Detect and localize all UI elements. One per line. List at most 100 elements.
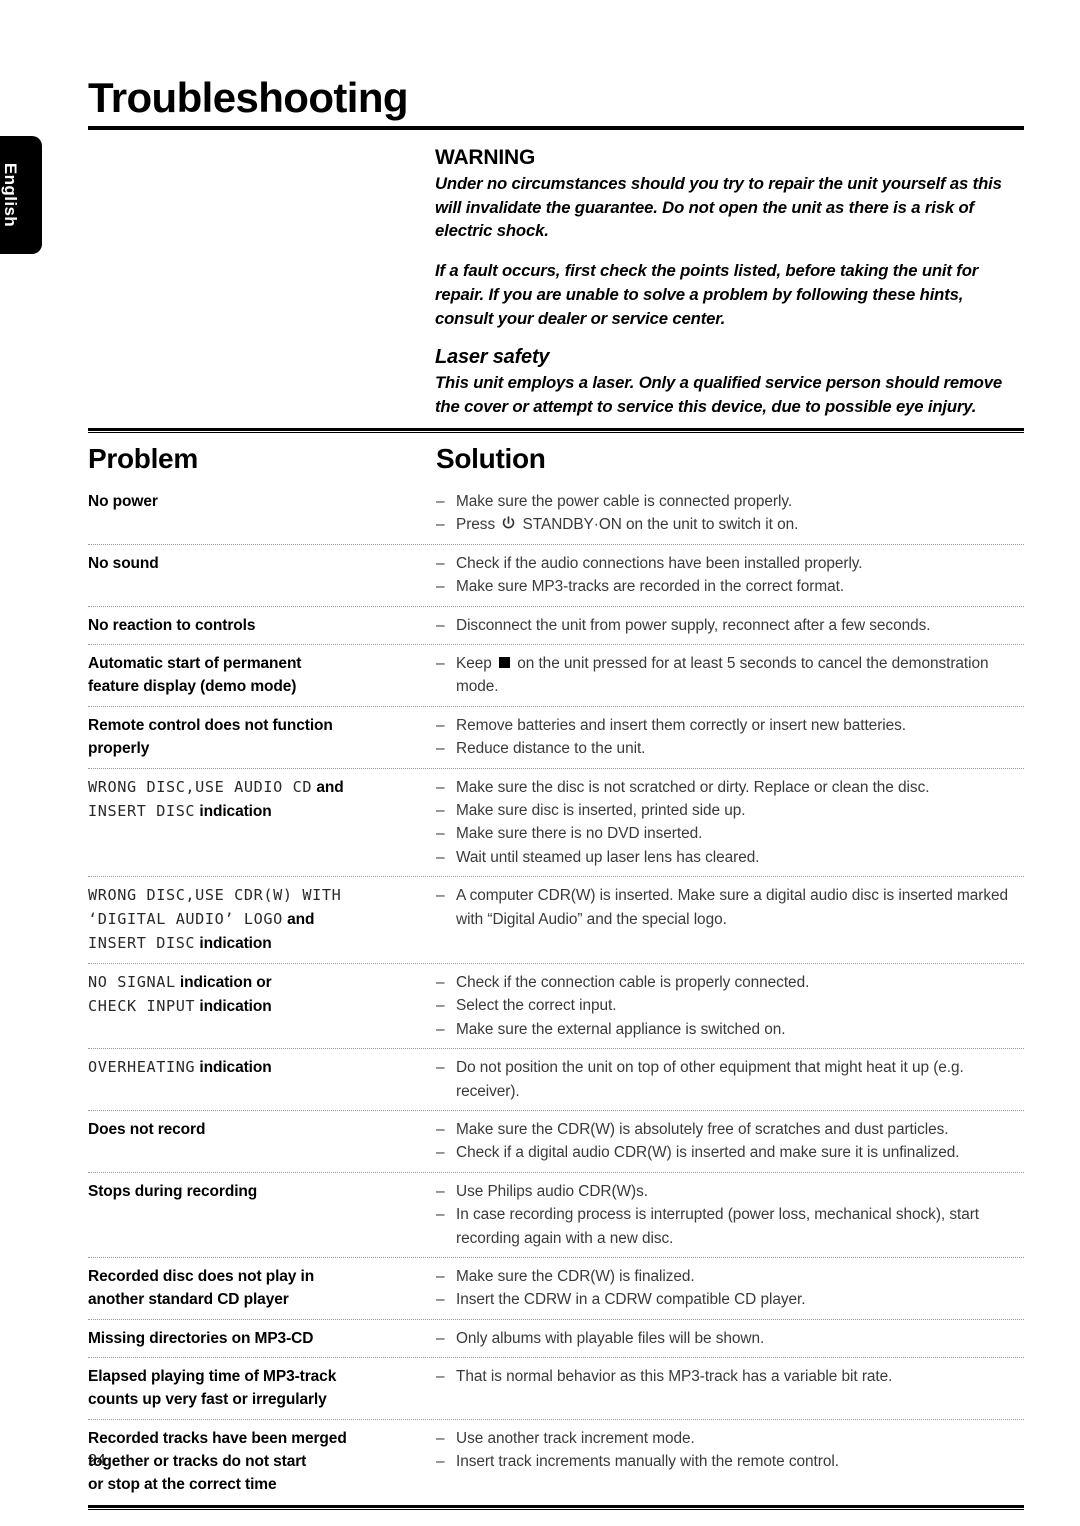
solution-cell: – Make sure the CDR(W) is finalized. – Inse… xyxy=(436,1265,1024,1312)
solution-cell: – Make sure the disc is not scratched or … xyxy=(436,776,1024,870)
solution-text: Check if the connection cable is properl… xyxy=(456,973,810,991)
warning-block: WARNING Under no circumstances should yo… xyxy=(435,146,1024,435)
solution-text: Press STANDBY·ON on the unit to switch i… xyxy=(456,516,799,534)
solution-item: – Wait until steamed up laser lens has cl… xyxy=(436,846,1024,869)
problem-label: No sound xyxy=(88,554,159,572)
solution-text: A computer CDR(W) is inserted. Make sure… xyxy=(456,887,1008,928)
problem-display-text: WRONG DISC,USE CDR(W) WITH xyxy=(88,886,342,905)
problem-label: indication xyxy=(195,934,272,952)
solution-text: Check if the audio connections have been… xyxy=(456,554,863,572)
problem-label: and xyxy=(312,778,344,796)
bullet-dash-icon: – xyxy=(436,778,445,796)
stop-square-icon xyxy=(498,657,510,669)
problem-cell: Stops during recording xyxy=(88,1180,436,1203)
problem-cell: No power xyxy=(88,490,436,513)
problem-label: Missing directories on MP3-CD xyxy=(88,1329,314,1347)
title-rule xyxy=(88,126,1024,131)
problem-label: Elapsed playing time of MP3-track xyxy=(88,1368,337,1386)
solution-item: – Make sure the CDR(W) is finalized. xyxy=(436,1265,1024,1288)
solution-item: – Do not position the unit on top of othe… xyxy=(436,1056,1024,1103)
solution-cell: – Remove batteries and insert them correc… xyxy=(436,714,1024,761)
table-row: Remote control does not function properly… xyxy=(88,705,1024,768)
problem-cell: Does not record xyxy=(88,1118,436,1141)
problem-display-text: WRONG DISC,USE AUDIO CD and xyxy=(88,777,344,796)
problem-label: Stops during recording xyxy=(88,1182,258,1200)
solution-text: Check if a digital audio CDR(W) is inser… xyxy=(456,1144,960,1162)
solution-text: Use Philips audio CDR(W)s. xyxy=(456,1182,648,1200)
solution-text: Remove batteries and insert them correct… xyxy=(456,716,907,734)
problem-label: feature display (demo mode) xyxy=(88,678,297,696)
problem-label: indication xyxy=(195,1059,272,1077)
solution-item: – Select the correct input. xyxy=(436,994,1024,1017)
solution-item: – That is normal behavior as this MP3-tra… xyxy=(436,1365,1024,1388)
problem-cell: WRONG DISC,USE CDR(W) WITH ‘DIGITAL AUDIO… xyxy=(88,884,436,956)
solution-cell: – Make sure the CDR(W) is absolutely free… xyxy=(436,1118,1024,1165)
solution-text: Make sure the CDR(W) is absolutely free … xyxy=(456,1120,949,1138)
page-number: 24 xyxy=(88,1452,106,1469)
table-row: Does not record – Make sure the CDR(W) is … xyxy=(88,1109,1024,1172)
problem-cell: WRONG DISC,USE AUDIO CD and INSERT DISC i… xyxy=(88,776,436,824)
page-content: Troubleshooting WARNING Under no circums… xyxy=(88,0,1024,1526)
bullet-dash-icon: – xyxy=(436,848,445,866)
solution-item: – Insert the CDRW in a CDRW compatible CD… xyxy=(436,1288,1024,1311)
solution-item: – Make sure disc is inserted, printed sid… xyxy=(436,799,1024,822)
solution-text: Only albums with playable files will be … xyxy=(456,1329,765,1347)
bullet-dash-icon: – xyxy=(436,1120,445,1138)
bullet-dash-icon: – xyxy=(436,973,445,991)
table-row: Elapsed playing time of MP3-track counts … xyxy=(88,1357,1024,1419)
solution-cell: – Check if the audio connections have bee… xyxy=(436,552,1024,599)
laser-safety-heading: Laser safety xyxy=(435,346,550,369)
solution-item: – Press STANDBY·ON on the unit to switch … xyxy=(436,513,1024,536)
warning-paragraph-2: If a fault occurs, first check the point… xyxy=(435,261,979,328)
bullet-dash-icon: – xyxy=(436,578,445,596)
bullet-dash-icon: – xyxy=(436,516,445,534)
troubleshooting-table: Problem Solution No power – Make sure the … xyxy=(88,428,1024,1511)
solution-item: – Make sure the disc is not scratched or … xyxy=(436,776,1024,799)
bullet-dash-icon: – xyxy=(436,740,445,758)
solution-cell: – That is normal behavior as this MP3-tra… xyxy=(436,1365,1024,1388)
problem-display-text: ‘DIGITAL AUDIO’ LOGO and xyxy=(88,909,315,928)
bullet-dash-icon: – xyxy=(436,825,445,843)
table-row: No sound – Check if the audio connections … xyxy=(88,543,1024,606)
warning-paragraph-1: Under no circumstances should you try to… xyxy=(435,174,1002,241)
solution-item: – Make sure the external appliance is swi… xyxy=(436,1018,1024,1041)
problem-label: properly xyxy=(88,740,150,758)
table-row: OVERHEATING indication – Do not position t… xyxy=(88,1048,1024,1110)
bullet-dash-icon: – xyxy=(436,1329,445,1347)
problem-label: Automatic start of permanent xyxy=(88,655,302,673)
table-row: Recorded disc does not play in another st… xyxy=(88,1256,1024,1319)
bullet-dash-icon: – xyxy=(436,655,445,673)
problem-cell: OVERHEATING indication xyxy=(88,1056,436,1080)
problem-cell: Automatic start of permanent feature disp… xyxy=(88,652,436,699)
solution-item: – Keep on the unit pressed for at least 5… xyxy=(436,652,1024,699)
problem-label: Does not record xyxy=(88,1120,206,1138)
bullet-dash-icon: – xyxy=(436,616,445,634)
problem-label: No power xyxy=(88,493,158,510)
problem-label: Recorded disc does not play in xyxy=(88,1267,315,1285)
column-header-solution: Solution xyxy=(436,443,546,474)
solution-text: Make sure there is no DVD inserted. xyxy=(456,825,703,843)
solution-cell: – Use another track increment mode. – Inser… xyxy=(436,1427,1024,1474)
solution-cell: – Only albums with playable files will be… xyxy=(436,1327,1024,1350)
problem-cell: Elapsed playing time of MP3-track counts … xyxy=(88,1365,436,1412)
solution-text: Wait until steamed up laser lens has cle… xyxy=(456,848,760,866)
problem-label: indication xyxy=(195,802,272,820)
bullet-dash-icon: – xyxy=(436,1020,445,1038)
solution-text: Insert track increments manually with th… xyxy=(456,1453,839,1471)
problem-display-text: CHECK INPUT indication xyxy=(88,996,272,1015)
solution-text: Keep on the unit pressed for at least 5 … xyxy=(456,655,989,696)
solution-text: That is normal behavior as this MP3-trac… xyxy=(456,1368,893,1386)
solution-text: Use another track increment mode. xyxy=(456,1429,695,1447)
bullet-dash-icon: – xyxy=(436,997,445,1015)
problem-cell: Recorded tracks have been merged together… xyxy=(88,1427,436,1497)
solution-item: – In case recording process is interrupte… xyxy=(436,1203,1024,1250)
solution-text: Disconnect the unit from power supply, r… xyxy=(456,616,931,634)
problem-label: together or tracks do not start xyxy=(88,1452,307,1470)
solution-item: – Disconnect the unit from power supply, … xyxy=(436,614,1024,637)
solution-cell: – A computer CDR(W) is inserted. Make sur… xyxy=(436,884,1024,931)
bullet-dash-icon: – xyxy=(436,1206,445,1224)
solution-item: – Make sure the CDR(W) is absolutely free… xyxy=(436,1118,1024,1141)
bullet-dash-icon: – xyxy=(436,493,445,510)
problem-label: No reaction to controls xyxy=(88,616,256,634)
solution-item: – Check if the connection cable is proper… xyxy=(436,971,1024,994)
